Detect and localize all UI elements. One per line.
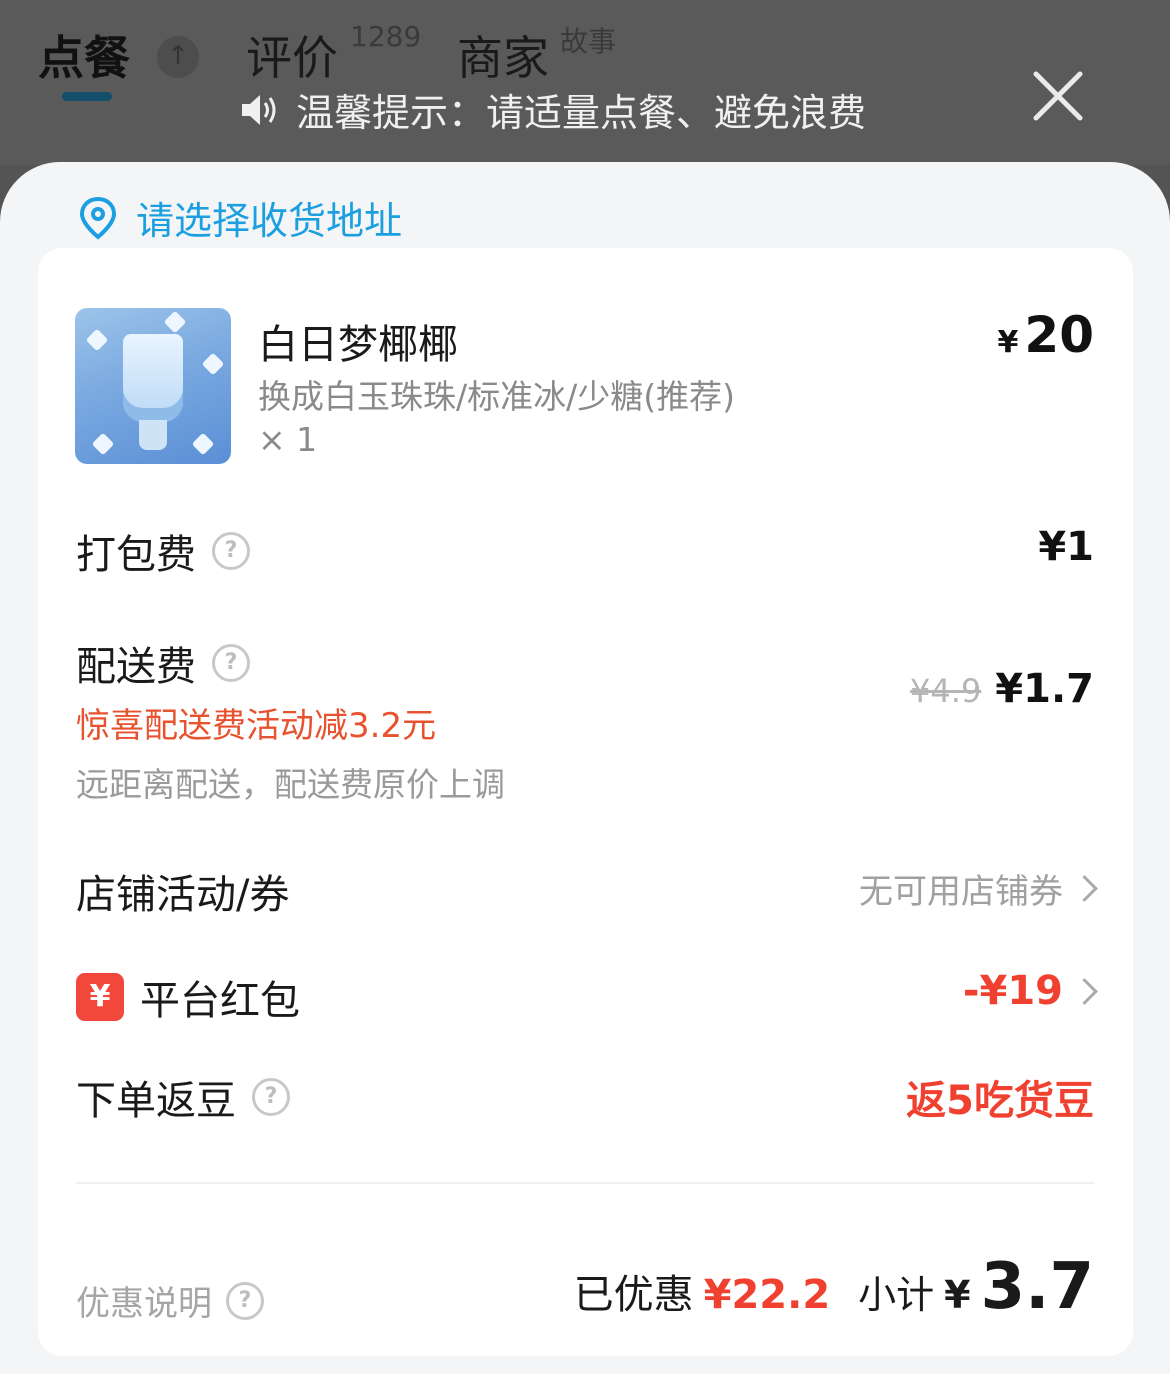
delivery-fee-value: ¥1.7	[995, 666, 1094, 712]
store-coupon-label: 店铺活动/券	[76, 872, 290, 918]
packing-fee-label: 打包费	[76, 532, 196, 578]
active-tab-indicator	[62, 92, 112, 101]
address-prompt: 请选择收货地址	[136, 199, 403, 243]
help-icon[interactable]: ?	[252, 1078, 290, 1116]
product-qty: × 1	[258, 420, 318, 459]
tab-merchant[interactable]: 商家	[457, 22, 549, 88]
delivery-promo: 惊喜配送费活动减3.2元	[76, 706, 437, 746]
reviews-count: 1289	[350, 20, 422, 53]
beans-row: 下单返豆 ?	[76, 1068, 290, 1126]
packing-fee-value: ¥1	[1038, 524, 1094, 570]
close-icon[interactable]	[1030, 68, 1086, 124]
platform-redpack-value-wrap[interactable]: -¥19	[962, 968, 1098, 1014]
divider	[76, 1182, 1094, 1184]
saved-value: ¥22.2	[703, 1272, 831, 1318]
product-image	[75, 308, 231, 464]
platform-redpack-label: 平台红包	[140, 978, 300, 1024]
platform-redpack-value: -¥19	[962, 968, 1063, 1014]
location-pin-icon	[79, 196, 117, 240]
delivery-note: 远距离配送，配送费原价上调	[76, 765, 505, 804]
address-selector[interactable]: 请选择收货地址	[78, 190, 402, 245]
discount-note[interactable]: 优惠说明 ?	[76, 1276, 264, 1325]
product-name: 白日梦椰椰	[258, 322, 458, 368]
subtotal-currency: ¥	[944, 1273, 971, 1317]
subtotal-value: 3.7	[980, 1250, 1094, 1324]
delivery-fee-row: 配送费 ?	[76, 634, 250, 692]
discount-note-label: 优惠说明	[76, 1284, 212, 1324]
beans-label: 下单返豆	[76, 1078, 236, 1124]
subtotal-summary: 已优惠 ¥22.2 小计 ¥ 3.7	[574, 1250, 1094, 1324]
store-coupon-value: 无可用店铺券	[859, 872, 1063, 912]
help-icon: ?	[226, 1281, 264, 1320]
platform-redpack-row[interactable]: ¥ 平台红包	[76, 968, 300, 1026]
chevron-right-icon	[1071, 977, 1098, 1005]
delivery-fee-label: 配送费	[76, 644, 196, 690]
speaker-icon	[242, 94, 276, 125]
beans-value: 返5吃货豆	[906, 1078, 1094, 1124]
store-coupon-row[interactable]: 店铺活动/券	[76, 862, 289, 920]
help-icon[interactable]: ?	[212, 532, 250, 570]
tab-order[interactable]: 点餐	[38, 22, 130, 88]
saved-label: 已优惠	[573, 1272, 694, 1318]
notice-bar: 温馨提示：请适量点餐、避免浪费	[240, 82, 866, 137]
product-spec: 换成白玉珠珠/标准冰/少糖(推荐)	[258, 377, 735, 416]
help-icon[interactable]: ?	[212, 644, 250, 682]
price-currency: ¥	[997, 325, 1019, 360]
packing-fee-row: 打包费 ?	[76, 522, 250, 580]
scroll-to-top-icon[interactable]: ↑	[157, 36, 199, 78]
product-price: ¥20	[998, 306, 1094, 364]
price-value: 20	[1024, 306, 1094, 364]
subtotal-label: 小计	[858, 1273, 935, 1317]
delivery-fee-values: ¥4.9 ¥1.7	[910, 666, 1094, 712]
tab-reviews[interactable]: 评价	[246, 22, 338, 88]
merchant-sup-label: 故事	[560, 25, 617, 58]
chevron-right-icon	[1071, 875, 1098, 902]
store-coupon-value-wrap[interactable]: 无可用店铺券	[859, 864, 1098, 913]
notice-text: 温馨提示：请适量点餐、避免浪费	[296, 91, 867, 135]
delivery-original-price: ¥4.9	[910, 672, 982, 710]
red-packet-icon: ¥	[76, 973, 124, 1021]
